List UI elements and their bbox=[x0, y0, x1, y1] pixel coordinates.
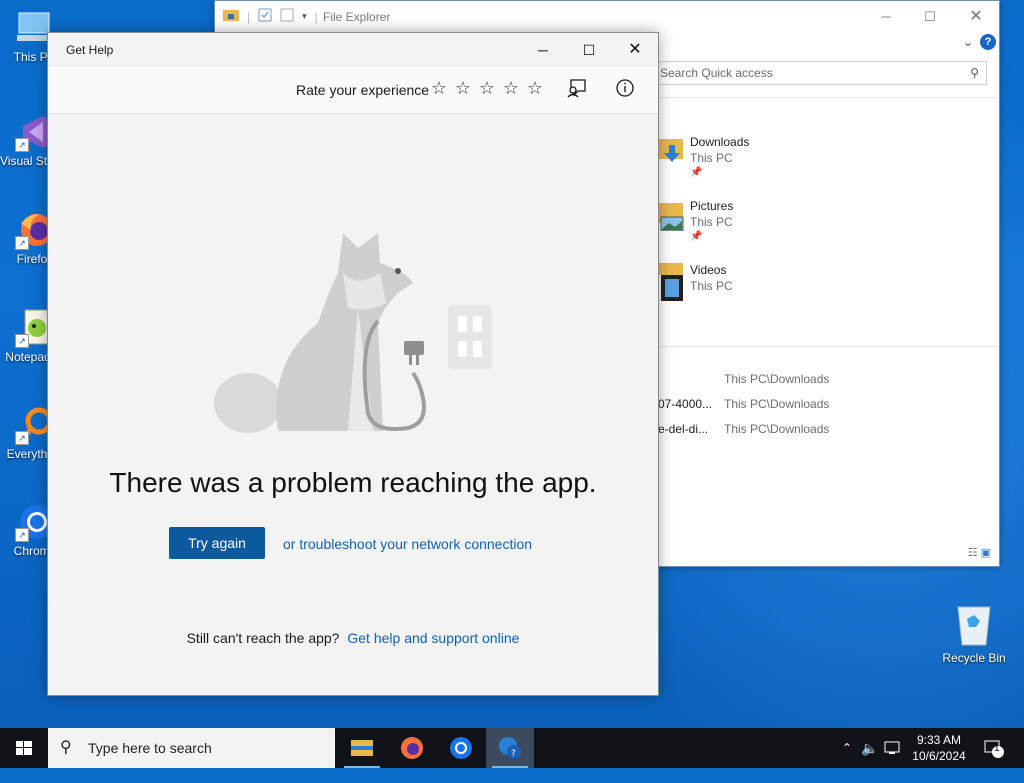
customize-dropdown-icon[interactable]: ▾ bbox=[302, 11, 307, 22]
get-help-window[interactable]: Get Help ─ ☐ ✕ Rate your experience ☆ ☆ … bbox=[47, 32, 659, 696]
chrome-icon bbox=[450, 737, 472, 759]
search-box[interactable]: Search Quick access ⚲ bbox=[655, 61, 987, 85]
window-title: Get Help bbox=[66, 43, 114, 57]
show-hidden-icons-chevron-icon[interactable]: ⌃ bbox=[838, 728, 856, 768]
view-toggle-group: ☷ ▣ bbox=[968, 546, 991, 559]
file-explorer-icon bbox=[351, 740, 373, 756]
new-folder-icon[interactable] bbox=[280, 8, 294, 25]
folder-icon[interactable] bbox=[223, 8, 239, 25]
recent-file-name: 07-4000... bbox=[658, 397, 713, 411]
item-name: Pictures bbox=[690, 199, 734, 213]
troubleshoot-network-link[interactable]: or troubleshoot your network connection bbox=[283, 536, 532, 552]
item-location: This PC bbox=[690, 279, 733, 293]
taskbar: ⚲ Type here to search ? ⌃ 🔈 9:33 AM 10/6… bbox=[0, 728, 1024, 768]
taskbar-search-box[interactable]: ⚲ Type here to search bbox=[48, 728, 335, 768]
shortcut-arrow-icon: ↗ bbox=[15, 138, 29, 152]
rating-star-4-icon[interactable]: ☆ bbox=[500, 78, 522, 99]
rating-star-5-icon[interactable]: ☆ bbox=[524, 78, 546, 99]
still-cant-reach-text: Still can't reach the app? bbox=[186, 630, 340, 646]
rating-star-3-icon[interactable]: ☆ bbox=[476, 78, 498, 99]
details-view-icon[interactable]: ☷ bbox=[968, 547, 978, 559]
recent-file-location: This PC\Downloads bbox=[724, 372, 830, 386]
quick-access-toolbar: | ▾ | bbox=[223, 8, 318, 25]
search-icon[interactable]: ⚲ bbox=[970, 62, 979, 84]
search-input[interactable]: Search Quick access bbox=[660, 62, 773, 84]
toolbar-divider: | bbox=[314, 9, 318, 24]
pictures-folder-icon bbox=[659, 199, 685, 232]
shortcut-arrow-icon: ↗ bbox=[15, 431, 29, 445]
network-icon[interactable] bbox=[882, 728, 904, 768]
shortcut-arrow-icon: ↗ bbox=[15, 334, 29, 348]
item-name: Videos bbox=[690, 263, 727, 277]
recent-file-row[interactable]: 07-4000... This PC\Downloads bbox=[658, 397, 988, 413]
windows-logo-icon bbox=[16, 741, 32, 755]
item-name: Downloads bbox=[690, 135, 750, 149]
desktop-icon-recycle-bin[interactable]: Recycle Bin bbox=[938, 601, 1010, 665]
help-icon[interactable]: ? bbox=[980, 34, 996, 50]
taskbar-get-help[interactable]: ? bbox=[486, 728, 534, 768]
large-icons-view-icon[interactable]: ▣ bbox=[981, 547, 991, 559]
taskbar-file-explorer[interactable] bbox=[338, 728, 386, 768]
toolbar-divider: | bbox=[247, 9, 251, 24]
recent-file-row[interactable]: This PC\Downloads bbox=[658, 372, 988, 388]
try-again-button[interactable]: Try again bbox=[169, 527, 265, 559]
info-icon[interactable] bbox=[613, 76, 641, 104]
desktop-icon-label: Recycle Bin bbox=[942, 651, 1006, 665]
divider bbox=[655, 97, 998, 98]
taskbar-chrome[interactable] bbox=[437, 728, 485, 768]
rating-star-1-icon[interactable]: ☆ bbox=[428, 78, 450, 99]
file-explorer-titlebar[interactable]: | ▾ | File Explorer ─ ☐ ✕ bbox=[215, 1, 999, 32]
recent-file-row[interactable]: e-del-di... This PC\Downloads bbox=[658, 422, 988, 438]
minimize-button[interactable]: ─ bbox=[863, 1, 909, 32]
command-bar: Rate your experience ☆ ☆ ☆ ☆ ☆ bbox=[48, 67, 658, 114]
firefox-icon bbox=[401, 737, 423, 759]
rate-experience-label: Rate your experience bbox=[296, 82, 430, 98]
still-cant-reach-row: Still can't reach the app? Get help and … bbox=[48, 630, 658, 646]
recent-file-location: This PC\Downloads bbox=[724, 397, 830, 411]
svg-text:?: ? bbox=[511, 749, 516, 759]
action-center-button[interactable]: 1 bbox=[980, 728, 1008, 768]
shortcut-arrow-icon: ↗ bbox=[15, 528, 29, 542]
item-location: This PC bbox=[690, 151, 733, 165]
pin-icon: 📌 bbox=[690, 167, 703, 178]
shortcut-arrow-icon: ↗ bbox=[15, 236, 29, 250]
clock-time: 9:33 AM bbox=[916, 733, 962, 747]
recycle-bin-icon bbox=[952, 601, 996, 649]
pin-icon: 📌 bbox=[690, 231, 703, 242]
get-help-icon: ? bbox=[499, 737, 521, 759]
recent-file-name: e-del-di... bbox=[658, 422, 709, 436]
maximize-button[interactable]: ☐ bbox=[566, 33, 612, 67]
unplugged-dog-illustration bbox=[208, 213, 508, 443]
divider bbox=[655, 346, 998, 347]
start-button[interactable] bbox=[0, 728, 48, 768]
system-clock[interactable]: 9:33 AM 10/6/2024 bbox=[906, 732, 972, 764]
rating-star-2-icon[interactable]: ☆ bbox=[452, 78, 474, 99]
properties-icon[interactable] bbox=[258, 8, 272, 25]
minimize-button[interactable]: ─ bbox=[520, 33, 566, 67]
taskbar-firefox[interactable] bbox=[388, 728, 436, 768]
downloads-folder-icon bbox=[659, 135, 685, 165]
search-icon: ⚲ bbox=[60, 739, 72, 756]
expand-ribbon-chevron-icon[interactable]: ⌄ bbox=[963, 35, 973, 49]
window-title: File Explorer bbox=[323, 10, 391, 24]
clock-date: 10/6/2024 bbox=[912, 749, 966, 763]
error-headline: There was a problem reaching the app. bbox=[109, 467, 597, 498]
close-button[interactable]: ✕ bbox=[953, 1, 999, 32]
volume-icon[interactable]: 🔈 bbox=[860, 728, 880, 768]
videos-folder-icon bbox=[659, 263, 685, 301]
taskbar-search-input[interactable]: Type here to search bbox=[88, 740, 212, 756]
get-help-online-link[interactable]: Get help and support online bbox=[347, 630, 519, 646]
feedback-icon[interactable] bbox=[565, 76, 593, 104]
notification-count-badge: 1 bbox=[994, 743, 1000, 754]
close-button[interactable]: ✕ bbox=[612, 33, 658, 67]
item-location: This PC bbox=[690, 215, 733, 229]
recent-file-location: This PC\Downloads bbox=[724, 422, 830, 436]
maximize-button[interactable]: ☐ bbox=[907, 1, 953, 32]
